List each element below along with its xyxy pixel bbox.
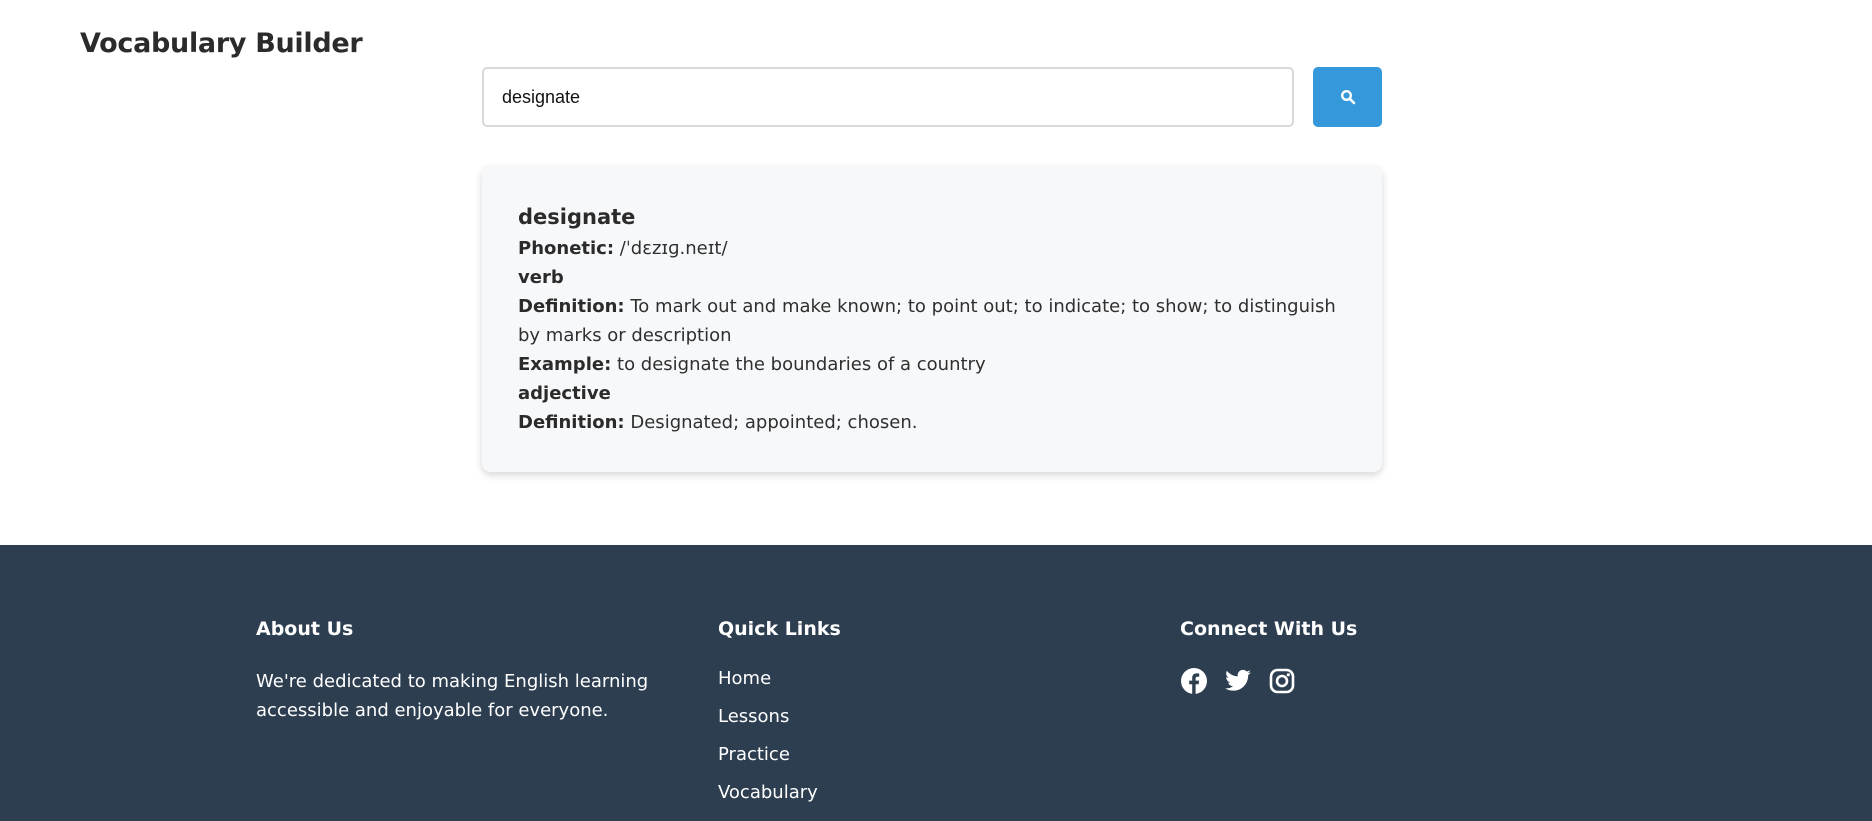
phonetic-label: Phonetic: <box>518 238 615 259</box>
list-item: Practice <box>718 743 841 767</box>
link-home[interactable]: Home <box>718 668 771 689</box>
footer: About Us We're dedicated to making Engli… <box>0 545 1872 821</box>
definition-line: Definition: To mark out and make known; … <box>518 292 1346 350</box>
definition-line: Definition: Designated; appointed; chose… <box>518 408 1346 437</box>
definition-text: To mark out and make known; to point out… <box>518 296 1336 346</box>
footer-quick-links: Quick Links Home Lessons Practice Vocabu… <box>718 617 841 819</box>
part-of-speech: adjective <box>518 383 611 404</box>
example-text: to designate the boundaries of a country <box>617 354 986 375</box>
result-word: designate <box>518 205 636 229</box>
quick-links-heading: Quick Links <box>718 618 841 640</box>
facebook-icon[interactable] <box>1180 667 1208 695</box>
definition-label: Definition: <box>518 412 625 433</box>
about-text: We're dedicated to making English learni… <box>256 671 649 721</box>
link-lessons[interactable]: Lessons <box>718 706 789 727</box>
connect-heading: Connect With Us <box>1180 618 1358 640</box>
list-item: Home <box>718 667 841 691</box>
app-title: Vocabulary Builder <box>80 28 363 59</box>
part-of-speech: verb <box>518 267 564 288</box>
list-item: Lessons <box>718 705 841 729</box>
instagram-icon[interactable] <box>1268 667 1296 695</box>
definition-label: Definition: <box>518 296 625 317</box>
search-input[interactable] <box>482 67 1294 127</box>
link-practice[interactable]: Practice <box>718 744 790 765</box>
search-button[interactable] <box>1313 67 1382 127</box>
search-icon <box>1340 89 1355 105</box>
example-line: Example: to designate the boundaries of … <box>518 350 1346 379</box>
link-vocabulary[interactable]: Vocabulary <box>718 782 818 803</box>
example-label: Example: <box>518 354 612 375</box>
definition-text: Designated; appointed; chosen. <box>630 412 918 433</box>
phonetic-line: Phonetic: /ˈdɛzɪɡ.neɪt/ <box>518 234 1346 263</box>
quick-links-list: Home Lessons Practice Vocabulary <box>718 667 841 805</box>
twitter-icon[interactable] <box>1224 667 1252 695</box>
social-links <box>1180 667 1357 695</box>
footer-connect: Connect With Us <box>1180 617 1357 695</box>
phonetic-value: /ˈdɛzɪɡ.neɪt/ <box>619 238 728 259</box>
about-heading: About Us <box>256 618 354 640</box>
list-item: Vocabulary <box>718 781 841 805</box>
result-card: designate Phonetic: /ˈdɛzɪɡ.neɪt/ verb D… <box>482 166 1382 472</box>
footer-about: About Us We're dedicated to making Engli… <box>256 617 676 725</box>
